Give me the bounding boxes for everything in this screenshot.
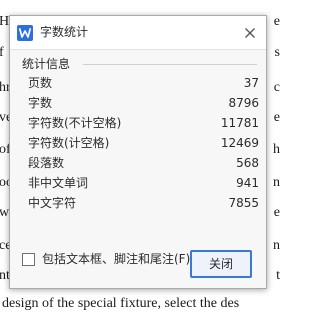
stat-label: 字数 bbox=[28, 96, 53, 110]
document-text-fragment: e bbox=[273, 205, 280, 220]
stat-label: 字符数(不计空格) bbox=[28, 116, 122, 130]
stat-label: 中文字符 bbox=[28, 196, 77, 210]
checkbox-box[interactable] bbox=[22, 253, 35, 266]
stat-value: 11781 bbox=[220, 116, 259, 130]
stat-row-chinese-chars: 中文字符 7855 bbox=[26, 193, 259, 213]
stat-value: 8796 bbox=[228, 96, 259, 110]
stat-row-paragraphs: 段落数 568 bbox=[26, 153, 259, 173]
stat-value: 12469 bbox=[220, 136, 259, 150]
close-icon[interactable] bbox=[242, 25, 258, 41]
stat-row-chars-no-spaces: 字符数(不计空格) 11781 bbox=[26, 113, 259, 133]
document-text-line: design of the special fixture, select th… bbox=[2, 296, 240, 311]
word-count-dialog: 字数统计 统计信息 页数 37 字数 8796 字符数(不计空格) 11781 … bbox=[9, 15, 267, 289]
stat-value: 7855 bbox=[228, 196, 259, 210]
document-text-fragment: e bbox=[273, 14, 280, 29]
stat-row-non-chinese-words: 非中文单词 941 bbox=[26, 173, 259, 193]
document-text-fragment: c bbox=[273, 80, 280, 95]
stat-value: 568 bbox=[236, 156, 259, 170]
stat-label: 页数 bbox=[28, 76, 53, 90]
checkbox-label: 包括文本框、脚注和尾注(F) bbox=[42, 252, 191, 266]
stats-list: 页数 37 字数 8796 字符数(不计空格) 11781 字符数(计空格) 1… bbox=[26, 73, 259, 213]
stat-value: 37 bbox=[243, 76, 259, 90]
stat-row-pages: 页数 37 bbox=[26, 73, 259, 93]
document-text-fragment: h bbox=[273, 142, 280, 157]
document-text-fragment: t bbox=[276, 268, 280, 283]
document-text-fragment: s bbox=[274, 45, 280, 60]
dialog-titlebar[interactable]: 字数统计 bbox=[10, 16, 266, 50]
document-text-fragment: n bbox=[273, 175, 280, 190]
dialog-title: 字数统计 bbox=[40, 25, 89, 39]
document-text-fragment: e bbox=[273, 110, 280, 125]
document-text-fragment: f bbox=[0, 45, 4, 60]
stat-row-words: 字数 8796 bbox=[26, 93, 259, 113]
stat-label: 非中文单词 bbox=[28, 176, 89, 190]
stat-label: 字符数(计空格) bbox=[28, 136, 110, 150]
wps-writer-icon bbox=[17, 25, 33, 41]
document-text-fragment: H bbox=[0, 14, 10, 29]
close-button[interactable]: 关闭 bbox=[190, 250, 252, 278]
document-text-fragment: n bbox=[273, 238, 280, 253]
stat-value: 941 bbox=[236, 176, 259, 190]
section-divider bbox=[83, 64, 257, 65]
document-text-fragment: w bbox=[0, 205, 10, 220]
section-title: 统计信息 bbox=[22, 57, 71, 71]
stat-label: 段落数 bbox=[28, 156, 65, 170]
stat-row-chars-with-spaces: 字符数(计空格) 12469 bbox=[26, 133, 259, 153]
